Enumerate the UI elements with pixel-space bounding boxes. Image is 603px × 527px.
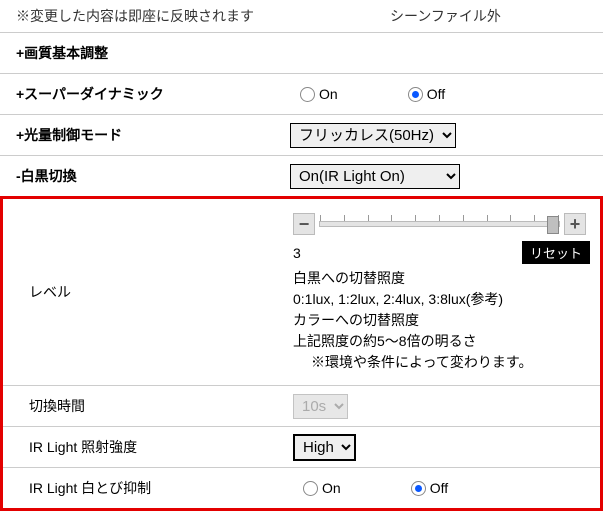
radio-label-off: Off (430, 480, 448, 496)
section-lightcontrol: +光量制御モード フリッカレス(50Hz) (0, 115, 603, 156)
level-value: 3 (293, 245, 301, 261)
superdynamic-label[interactable]: +スーパーダイナミック (0, 74, 280, 114)
section-image-quality-label: +画質基本調整 (0, 33, 603, 73)
section-image-quality[interactable]: +画質基本調整 (0, 33, 603, 74)
slider-plus-button[interactable]: + (564, 213, 586, 235)
irlight-whiteout-on[interactable]: On (303, 480, 341, 496)
level-info-line2: 0:1lux, 1:2lux, 2:4lux, 3:8lux(参考) (293, 289, 532, 310)
slider-thumb[interactable] (547, 216, 559, 234)
radio-label-on: On (322, 480, 341, 496)
reset-button[interactable]: リセット (522, 241, 590, 264)
irlight-whiteout-radio-group: On Off (303, 480, 448, 496)
level-info-line3: カラーへの切替照度 (293, 310, 532, 331)
irlight-whiteout-label: IR Light 白とび抑制 (3, 468, 283, 508)
superdynamic-radio-group: On Off (300, 86, 445, 102)
switchtime-label: 切換時間 (3, 386, 283, 426)
switchtime-select: 10s (293, 394, 348, 419)
bw-select[interactable]: On(IR Light On) (290, 164, 460, 189)
slider-minus-button[interactable]: − (293, 213, 315, 235)
header-note-row: ※変更した内容は即座に反映されます シーンファイル外 (0, 0, 603, 33)
bw-label[interactable]: -白黒切換 (0, 156, 280, 196)
section-bw-switch: -白黒切換 On(IR Light On) (0, 156, 603, 197)
radio-icon (303, 481, 318, 496)
lightcontrol-select[interactable]: フリッカレス(50Hz) (290, 123, 456, 148)
row-switchtime: 切換時間 10s (3, 386, 600, 427)
radio-label-on: On (319, 86, 338, 102)
level-label: レベル (3, 199, 283, 385)
irlight-intensity-label: IR Light 照射強度 (3, 427, 283, 467)
irlight-whiteout-off[interactable]: Off (411, 480, 448, 496)
superdynamic-off[interactable]: Off (408, 86, 445, 102)
slider-ticks (320, 215, 559, 221)
level-info-line1: 白黒への切替照度 (293, 268, 532, 289)
irlight-intensity-select[interactable]: High (293, 434, 356, 461)
level-info: 白黒への切替照度 0:1lux, 1:2lux, 2:4lux, 3:8lux(… (293, 268, 532, 379)
level-slider: − + (293, 205, 590, 237)
bw-detail-frame: レベル − + 3 リセット 白黒への切替照 (0, 196, 603, 511)
row-irlight-intensity: IR Light 照射強度 High (3, 427, 600, 468)
row-irlight-whiteout: IR Light 白とび抑制 On Off (3, 468, 600, 508)
note-scenefile: シーンファイル外 (296, 6, 595, 26)
settings-panel: ※変更した内容は即座に反映されます シーンファイル外 +画質基本調整 +スーパー… (0, 0, 603, 511)
radio-icon (411, 481, 426, 496)
radio-icon (408, 87, 423, 102)
level-info-line4: 上記照度の約5～8倍の明るさ (293, 331, 532, 352)
superdynamic-on[interactable]: On (300, 86, 338, 102)
lightcontrol-label[interactable]: +光量制御モード (0, 115, 280, 155)
section-superdynamic: +スーパーダイナミック On Off (0, 74, 603, 115)
row-level: レベル − + 3 リセット 白黒への切替照 (3, 199, 600, 386)
radio-label-off: Off (427, 86, 445, 102)
slider-track[interactable] (319, 221, 560, 227)
level-info-line5: ※環境や条件によって変わります。 (293, 352, 532, 373)
note-immediate: ※変更した内容は即座に反映されます (16, 6, 296, 26)
radio-icon (300, 87, 315, 102)
